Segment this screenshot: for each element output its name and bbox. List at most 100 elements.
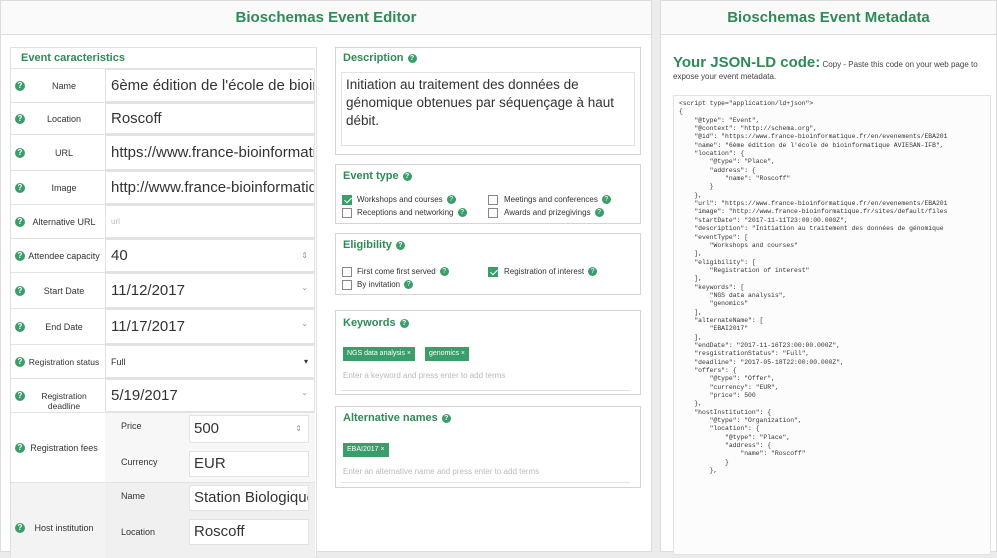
help-icon[interactable]: ?	[588, 267, 598, 277]
code-box[interactable]: <script type="application/ld+json"> { "@…	[673, 95, 991, 555]
keywords-input[interactable]: NGS data analysis × genomics × Enter a k…	[341, 341, 630, 391]
help-icon[interactable]: ?	[601, 195, 611, 205]
price-value: 500	[194, 420, 220, 437]
help-icon[interactable]: ?	[15, 217, 25, 227]
spinner-arrows-icon[interactable]: ⇕	[301, 240, 308, 271]
help-icon[interactable]: ?	[15, 148, 25, 158]
help-icon[interactable]: ?	[407, 53, 417, 63]
metadata-intro: Your JSON-LD code: Copy - Paste this cod…	[673, 55, 991, 83]
registration-fees-row: ? Registration fees Price 500 ⇕ Currency …	[11, 412, 315, 482]
price-label: Price	[121, 421, 142, 431]
currency-input[interactable]: EUR	[189, 451, 309, 477]
metadata-title: Bioschemas Event Metadata	[661, 1, 996, 35]
help-icon[interactable]: ?	[441, 413, 451, 423]
keywords-title: Keywords?	[343, 317, 409, 329]
description-title-text: Description	[343, 52, 404, 64]
help-icon[interactable]: ?	[15, 523, 25, 533]
help-icon[interactable]: ?	[399, 318, 409, 328]
receptions-label: Receptions and networking?	[357, 208, 467, 218]
alternative-url-row: ? Alternative URL url	[11, 204, 315, 238]
registration-deadline-input[interactable]: 5/19/2017 ⌄	[105, 379, 315, 412]
help-icon[interactable]: ?	[15, 391, 25, 401]
alt-names-input[interactable]: EBAI2017 × Enter an alternative name and…	[341, 437, 630, 483]
keywords-box: Keywords? NGS data analysis × genomics ×…	[335, 310, 641, 395]
eligibility-box: Eligibility? First come first served? Re…	[335, 233, 641, 295]
awards-checkbox[interactable]	[488, 208, 498, 218]
help-icon[interactable]: ?	[402, 171, 412, 181]
host-location-label: Location	[121, 527, 156, 537]
help-icon[interactable]: ?	[15, 322, 25, 332]
help-icon[interactable]: ?	[15, 81, 25, 91]
keyword-tag[interactable]: genomics ×	[425, 347, 469, 361]
keywords-placeholder: Enter a keyword and press enter to add t…	[343, 371, 506, 380]
registration-deadline-row: ? Registration deadline 5/19/2017 ⌄	[11, 378, 315, 412]
description-title: Description?	[343, 52, 417, 64]
chevron-down-icon[interactable]: ⌄	[301, 380, 308, 409]
help-icon[interactable]: ?	[594, 208, 604, 218]
eligibility-title-text: Eligibility	[343, 239, 392, 251]
first-come-label: First come first served?	[357, 267, 449, 277]
metadata-panel: Bioschemas Event Metadata Your JSON-LD c…	[660, 0, 997, 555]
description-textarea[interactable]: Initiation au traitement des données de …	[341, 72, 635, 146]
keywords-title-text: Keywords	[343, 317, 396, 329]
help-icon[interactable]: ?	[15, 251, 25, 261]
help-icon[interactable]: ?	[446, 195, 456, 205]
capacity-input[interactable]: 40 ⇕	[105, 239, 315, 272]
workshops-checkbox[interactable]	[342, 195, 352, 205]
chevron-down-icon[interactable]: ▾	[304, 346, 308, 377]
alt-names-box: Alternative names? EBAI2017 × Enter an a…	[335, 406, 641, 488]
workshops-text: Workshops and courses	[357, 195, 443, 204]
help-icon[interactable]: ?	[457, 208, 467, 218]
name-input[interactable]: 6ème édition de l'école de bioinforr	[105, 69, 315, 102]
receptions-checkbox[interactable]	[342, 208, 352, 218]
jsonld-code: <script type="application/ld+json"> { "@…	[679, 100, 948, 475]
location-input[interactable]: Roscoff	[105, 103, 315, 134]
image-label: Image	[51, 183, 77, 193]
first-come-checkbox[interactable]	[342, 267, 352, 277]
help-icon[interactable]: ?	[15, 443, 25, 453]
image-input[interactable]: http://www.france-bioinformatique.f	[105, 171, 315, 204]
eligibility-title: Eligibility?	[343, 239, 405, 251]
workshops-label: Workshops and courses?	[357, 195, 456, 205]
chevron-down-icon[interactable]: ⌄	[301, 274, 308, 305]
characteristics-box: Event caracteristics ? Name 6ème édition…	[10, 47, 317, 558]
by-invitation-text: By invitation	[357, 280, 401, 289]
host-subgroup: Name Station Biologique d Location Rosco…	[105, 483, 315, 558]
start-date-input[interactable]: 11/12/2017 ⌄	[105, 273, 315, 308]
help-icon[interactable]: ?	[15, 286, 25, 296]
description-box: Description? Initiation au traitement de…	[335, 47, 641, 155]
help-icon[interactable]: ?	[15, 357, 25, 367]
by-invitation-checkbox[interactable]	[342, 280, 352, 290]
capacity-value: 40	[111, 247, 128, 264]
spinner-arrows-icon[interactable]: ⇕	[295, 416, 302, 442]
chevron-down-icon[interactable]: ⌄	[301, 310, 308, 341]
help-icon[interactable]: ?	[404, 280, 414, 290]
url-row: ? URL https://www.france-bioinformatique	[11, 134, 315, 170]
help-icon[interactable]: ?	[15, 114, 25, 124]
registration-status-select[interactable]: Full ▾	[105, 345, 315, 378]
help-icon[interactable]: ?	[395, 240, 405, 250]
registration-interest-checkbox[interactable]	[488, 267, 498, 277]
start-date-value: 11/12/2017	[111, 282, 185, 299]
alternative-url-input[interactable]: url	[105, 205, 315, 238]
host-name-input[interactable]: Station Biologique d	[189, 485, 309, 511]
host-location-input[interactable]: Roscoff	[189, 519, 309, 545]
help-icon[interactable]: ?	[15, 183, 25, 193]
end-date-value: 11/17/2017	[111, 318, 185, 335]
editor-title: Bioschemas Event Editor	[1, 1, 651, 35]
name-label: Name	[51, 81, 76, 91]
start-date-label: Start Date	[43, 286, 85, 296]
event-type-title-text: Event type	[343, 170, 399, 182]
alt-name-tag[interactable]: EBAI2017 ×	[343, 443, 389, 457]
meetings-label: Meetings and conferences?	[504, 195, 611, 205]
help-icon[interactable]: ?	[439, 267, 449, 277]
price-input[interactable]: 500 ⇕	[189, 415, 309, 443]
registration-deadline-label: Registration deadline	[41, 391, 87, 411]
meetings-checkbox[interactable]	[488, 195, 498, 205]
url-input[interactable]: https://www.france-bioinformatique	[105, 135, 315, 170]
image-row: ? Image http://www.france-bioinformatiqu…	[11, 170, 315, 204]
alt-names-title: Alternative names?	[343, 412, 451, 424]
registration-status-value: Full	[111, 357, 126, 367]
keyword-tag[interactable]: NGS data analysis ×	[343, 347, 416, 361]
end-date-input[interactable]: 11/17/2017 ⌄	[105, 309, 315, 344]
